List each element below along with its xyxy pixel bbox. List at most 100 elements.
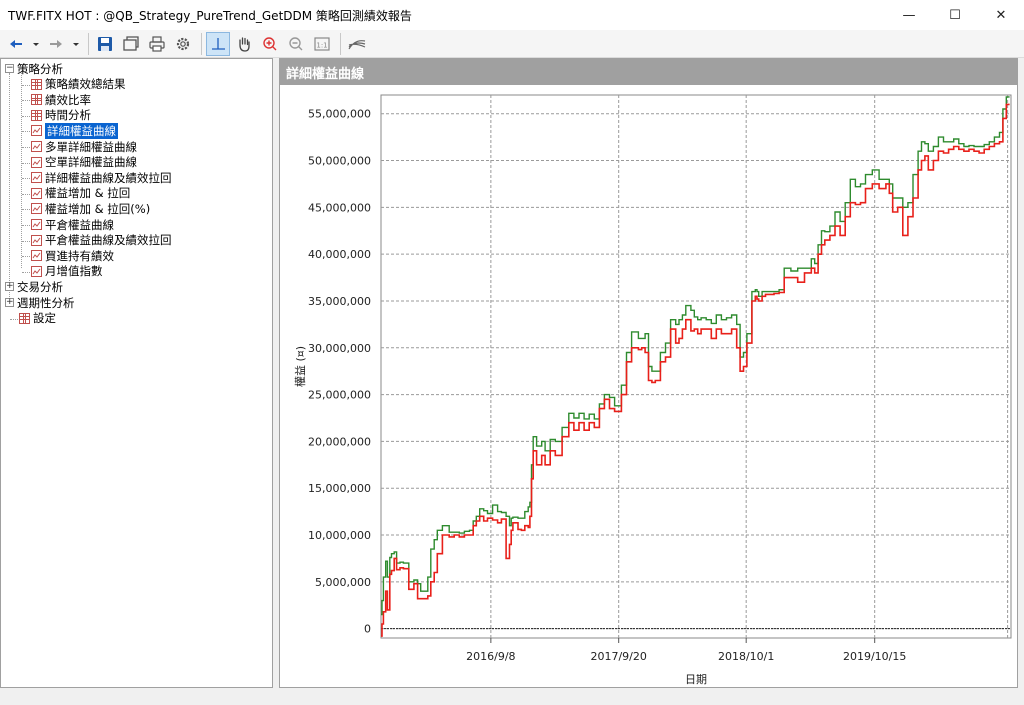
tree-connector [22, 178, 30, 180]
tree-item-label: 策略分析 [17, 61, 63, 76]
chart-style-icon[interactable] [345, 32, 369, 56]
tree-item-label: 平倉權益曲線 [45, 217, 114, 232]
tree-item[interactable]: 績效比率 [31, 92, 91, 107]
minimize-button[interactable]: — [886, 0, 932, 30]
tree-item-label: 權益增加 & 拉回(%) [45, 201, 151, 216]
line-chart-icon [31, 187, 42, 199]
y-axis-label: 權益 (¤) [293, 346, 307, 387]
y-tick-label: 40,000,000 [308, 248, 371, 261]
y-tick-label: 55,000,000 [308, 108, 371, 121]
navigation-tree: − 策略分析 策略績效總結果 績效比率 時間分析 詳細權益曲線 多單詳細權益曲線 空單詳細權益… [0, 58, 273, 688]
y-tick-label: 25,000,000 [308, 389, 371, 402]
zoom-out-icon[interactable] [284, 32, 308, 56]
hand-pan-icon[interactable] [232, 32, 256, 56]
line-chart-icon [31, 265, 42, 277]
x-tick-label: 2018/10/1 [718, 650, 774, 663]
back-arrow-icon[interactable] [4, 32, 28, 56]
x-tick-label: 2019/10/15 [843, 650, 906, 663]
line-chart-icon [31, 219, 42, 230]
tree-item[interactable]: − 策略分析 [5, 61, 63, 76]
tree-item[interactable]: 買進持有績效 [31, 248, 114, 263]
tree-item[interactable]: 權益增加 & 拉回(%) [31, 201, 150, 216]
tree-item-label: 月增值指數 [45, 264, 103, 279]
forward-arrow-icon[interactable] [44, 32, 68, 56]
open-icon[interactable] [119, 32, 143, 56]
zoom-in-icon[interactable] [258, 32, 282, 56]
tree-connector [22, 193, 30, 195]
tree-connector [22, 131, 30, 133]
tree-connector [9, 73, 10, 307]
tree-item[interactable]: + 週期性分析 [5, 295, 75, 310]
tree-item-label: 交易分析 [17, 279, 63, 294]
tree-item[interactable]: 詳細權益曲線 [31, 122, 118, 139]
tree-item[interactable]: 策略績效總結果 [31, 77, 126, 92]
tree-connector [22, 256, 30, 258]
dropdown-arrow-icon[interactable] [70, 32, 82, 56]
table-report-icon [31, 78, 42, 90]
x-tick-label: 2017/9/20 [590, 650, 646, 663]
tree-item[interactable]: 多單詳細權益曲線 [31, 139, 137, 154]
y-tick-label: 5,000,000 [315, 576, 371, 589]
dropdown-arrow-icon[interactable] [30, 32, 42, 56]
toolbar-separator [340, 32, 341, 55]
tree-item[interactable]: + 交易分析 [5, 279, 63, 294]
tree-connector [22, 225, 30, 226]
zoom-fit-icon[interactable]: 1:1 [310, 32, 334, 56]
y-tick-label: 45,000,000 [308, 201, 371, 214]
tree-item[interactable]: 時間分析 [31, 108, 91, 123]
maximize-button[interactable]: ☐ [932, 0, 978, 30]
expand-icon[interactable]: + [5, 282, 14, 292]
tree-item-label: 策略績效總結果 [45, 77, 126, 92]
tree-item[interactable]: 空單詳細權益曲線 [31, 155, 137, 170]
window-controls: — ☐ ✕ [886, 0, 1024, 30]
toolbar: 1:1 [0, 30, 1024, 58]
panel-title: 詳細權益曲線 [280, 59, 1017, 85]
tree-connector [22, 271, 30, 273]
equity-chart[interactable]: 0 5,000,000 10,000,000 15,000,000 20,000,000… [280, 85, 1017, 687]
status-bar [0, 688, 1024, 705]
tree-item-label: 詳細權益曲線及績效拉回 [45, 170, 172, 185]
y-tick-label: 0 [364, 623, 371, 636]
line-chart-icon [31, 156, 42, 168]
tree-item-label: 週期性分析 [17, 295, 75, 310]
line-chart-icon [31, 125, 42, 137]
tree-item-label: 平倉權益曲線及績效拉回 [45, 233, 172, 248]
title-bar: TWF.FITX HOT : @QB_Strategy_PureTrend_Ge… [0, 0, 1024, 30]
close-button[interactable]: ✕ [978, 0, 1024, 30]
collapse-icon[interactable]: − [5, 64, 14, 73]
tree-connector [22, 100, 30, 102]
tree-item-label: 詳細權益曲線 [45, 122, 118, 139]
tree-item-label: 權益增加 & 拉回 [45, 186, 131, 201]
tree-item-label: 時間分析 [45, 108, 91, 123]
tree-item[interactable]: 設定 [19, 311, 56, 326]
tree-item[interactable]: 月增值指數 [31, 264, 103, 279]
tree-item-label: 買進持有績效 [45, 248, 114, 263]
crosshair-icon[interactable] [206, 31, 230, 56]
y-tick-label: 35,000,000 [308, 295, 371, 308]
tree-item[interactable]: 平倉權益曲線及績效拉回 [31, 233, 172, 248]
tree-item[interactable]: 詳細權益曲線及績效拉回 [31, 170, 172, 185]
x-axis-label: 日期 [685, 673, 707, 686]
y-tick-label: 15,000,000 [308, 482, 371, 495]
toolbar-separator [201, 32, 202, 55]
plot-area [380, 94, 1012, 639]
line-chart-icon [31, 203, 42, 215]
tree-connector [10, 318, 18, 320]
settings-icon[interactable] [171, 32, 195, 56]
line-chart-icon [31, 141, 42, 152]
y-tick-label: 20,000,000 [308, 435, 371, 448]
line-chart-icon [31, 250, 42, 262]
y-tick-label: 30,000,000 [308, 342, 371, 355]
tree-item[interactable]: 平倉權益曲線 [31, 217, 114, 232]
tree-item[interactable]: 權益增加 & 拉回 [31, 186, 130, 201]
print-icon[interactable] [145, 32, 169, 56]
table-report-icon [31, 94, 42, 106]
tree-connector [21, 73, 22, 268]
save-icon[interactable] [93, 32, 117, 56]
x-tick-label: 2016/9/8 [466, 650, 515, 663]
tree-connector [22, 84, 30, 86]
chart-panel: 詳細權益曲線 0 5,000,000 10,000,000 15,000,000 20,… [279, 58, 1018, 688]
toolbar-separator [88, 32, 89, 55]
table-report-icon [31, 109, 42, 121]
expand-icon[interactable]: + [5, 298, 14, 307]
